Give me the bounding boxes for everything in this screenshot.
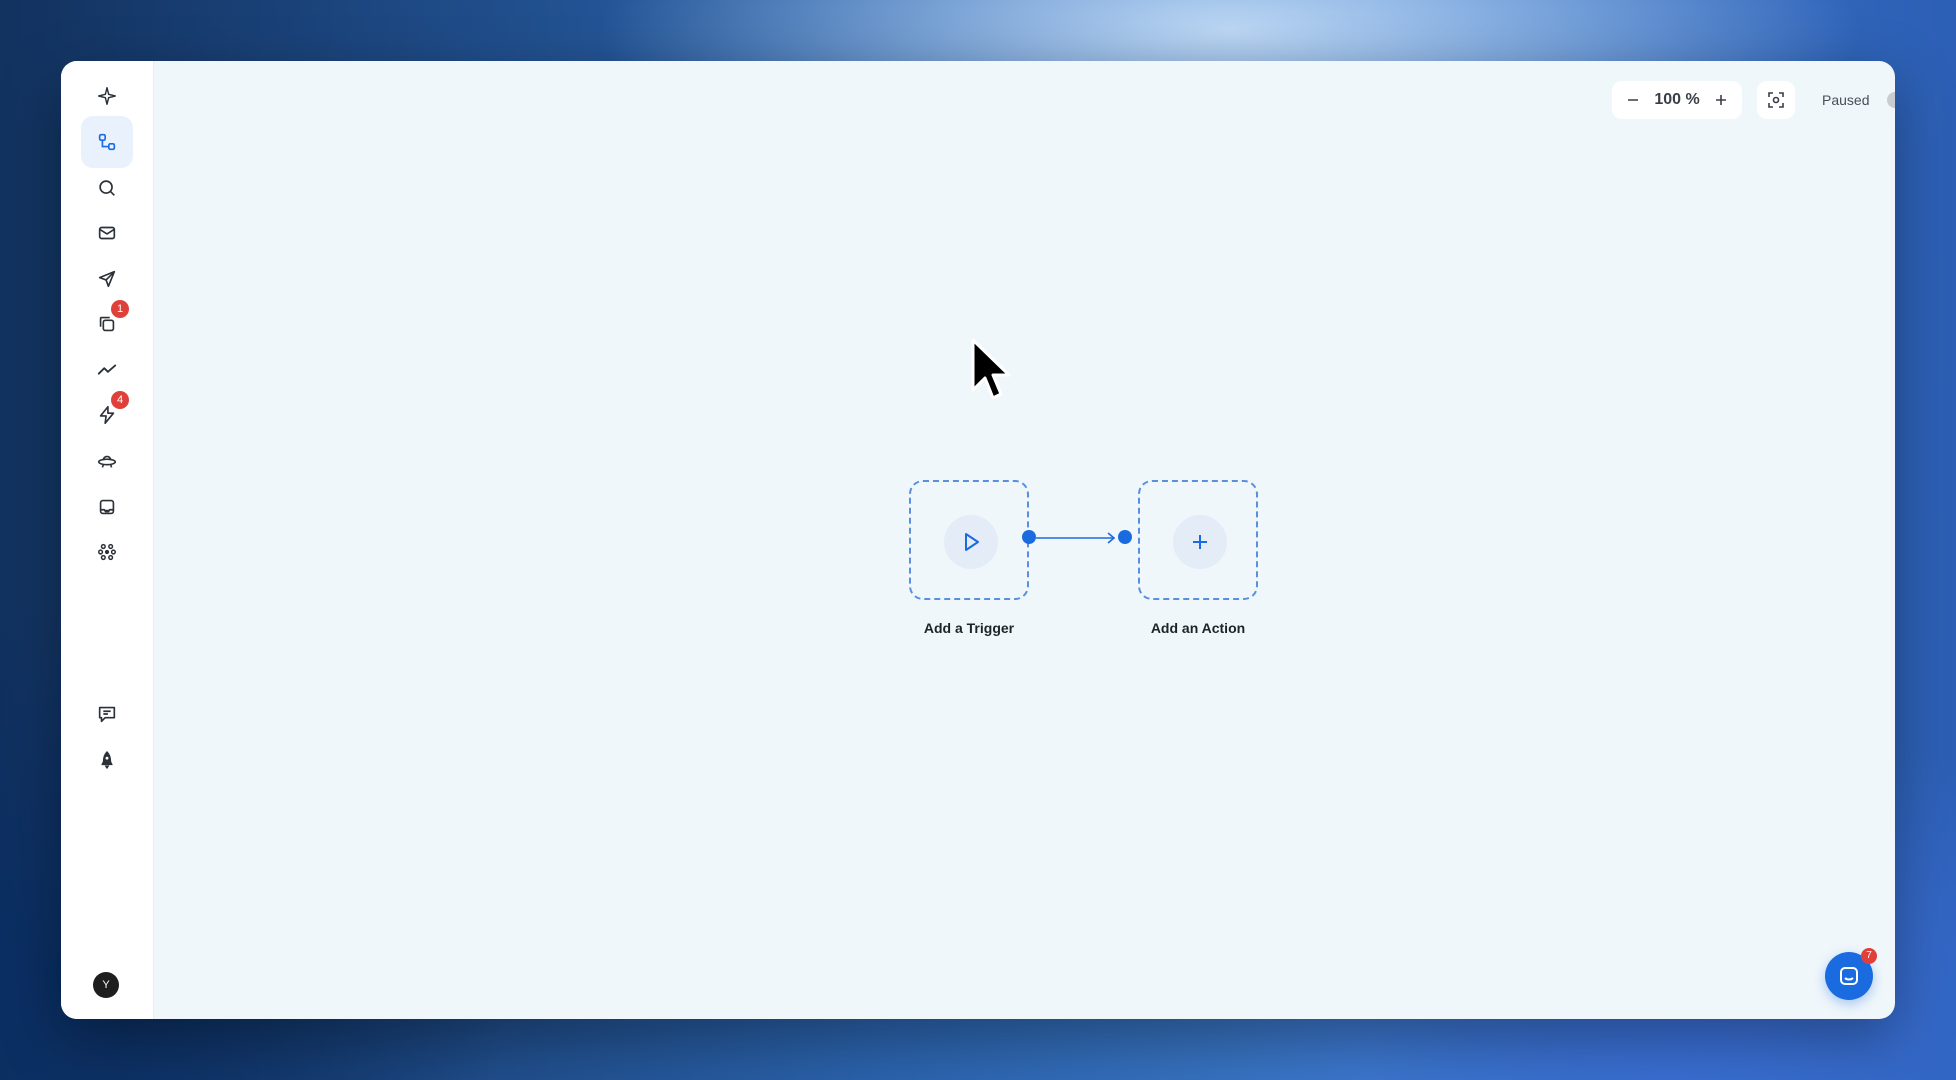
play-icon [965, 533, 979, 551]
chat-launcher-button[interactable]: 7 [1825, 948, 1877, 1000]
sidebar-item-automations[interactable]: 4 [81, 389, 133, 441]
notification-badge: 4 [111, 391, 129, 409]
chat-badge: 7 [1861, 948, 1877, 964]
sidebar-item-copies[interactable]: 1 [81, 298, 133, 350]
mail-icon [98, 226, 116, 240]
action-label: Add an Action [1150, 620, 1246, 636]
trigger-label: Add a Trigger [923, 620, 1015, 636]
add-trigger-node[interactable] [909, 480, 1029, 600]
trigger-icon-circle [944, 515, 998, 569]
inbox-icon [99, 499, 115, 515]
zoom-level: 100 % [1654, 91, 1700, 108]
app-window: 1 4 Y 100 % Paused Add a Trigger Add an … [61, 61, 1895, 1019]
status-label: Paused [1822, 92, 1870, 108]
focus-icon [1768, 92, 1784, 108]
chat-icon [1840, 967, 1858, 985]
trend-icon [97, 364, 117, 375]
sidebar: 1 4 Y [61, 61, 154, 1019]
workflow-canvas[interactable]: 100 % Paused Add a Trigger Add an Action [154, 61, 1895, 1019]
send-icon [98, 270, 116, 288]
workflow-icon [98, 133, 116, 151]
fit-view-button[interactable] [1757, 81, 1795, 119]
toggle-knob [1887, 92, 1895, 108]
sidebar-item-launch[interactable] [81, 734, 133, 786]
workflow-status: Paused [1814, 81, 1895, 119]
sidebar-item-feedback[interactable] [81, 688, 133, 740]
sidebar-item-integrations[interactable] [81, 526, 133, 578]
zoom-controls: 100 % [1612, 81, 1742, 119]
avatar[interactable]: Y [93, 972, 119, 998]
zoom-out-button[interactable] [1622, 89, 1644, 111]
plus-icon [1716, 95, 1726, 105]
trigger-output-port[interactable] [1022, 530, 1036, 544]
zoom-in-button[interactable] [1710, 89, 1732, 111]
search-icon [99, 180, 115, 196]
sparkle-icon [98, 87, 116, 105]
add-action-node[interactable] [1138, 480, 1258, 600]
action-icon-circle [1173, 515, 1227, 569]
rocket-icon [101, 751, 113, 769]
sidebar-item-ai[interactable] [81, 70, 133, 122]
sidebar-item-explore[interactable] [81, 435, 133, 487]
status-toggle[interactable] [1887, 91, 1895, 109]
action-input-port[interactable] [1118, 530, 1132, 544]
sidebar-item-workflows[interactable] [81, 116, 133, 168]
feedback-icon [98, 706, 116, 723]
sidebar-item-mail[interactable] [81, 207, 133, 259]
connector-arrow [1036, 532, 1116, 544]
ufo-icon [97, 455, 117, 468]
integrations-icon [98, 543, 116, 561]
notification-badge: 1 [111, 300, 129, 318]
minus-icon [1628, 99, 1638, 101]
plus-icon [1193, 535, 1207, 549]
